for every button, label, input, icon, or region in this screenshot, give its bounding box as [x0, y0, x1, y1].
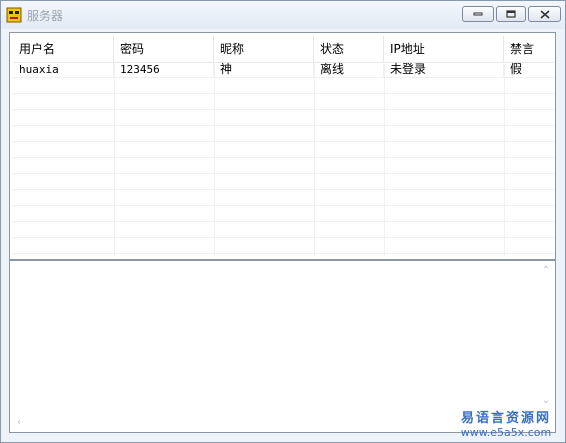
column-header-password[interactable]: 密码	[114, 36, 214, 62]
watermark: 易语言资源网 www.e5a5x.com	[451, 407, 561, 439]
app-icon	[6, 7, 22, 23]
scroll-up-icon[interactable]: ⌃	[541, 266, 551, 276]
close-icon	[539, 9, 550, 19]
empty-row	[13, 158, 554, 174]
client-area: 用户名 密码 昵称 状态 IP地址 禁言 huaxia 123456 神 离线 …	[9, 32, 556, 433]
empty-row	[13, 190, 554, 206]
column-header-mute[interactable]: 禁言	[504, 36, 554, 62]
title-bar[interactable]: 服务器	[1, 1, 565, 29]
server-window: 服务器 用户名 密码 昵称 状态 IP地址 禁言 huaxia 123456 神…	[0, 0, 566, 443]
column-header-ip[interactable]: IP地址	[384, 36, 504, 62]
user-list[interactable]: 用户名 密码 昵称 状态 IP地址 禁言 huaxia 123456 神 离线 …	[13, 36, 554, 257]
watermark-url: www.e5a5x.com	[460, 426, 552, 439]
empty-row	[13, 142, 554, 158]
cell-status: 离线	[314, 62, 384, 77]
cell-ip: 未登录	[384, 62, 504, 77]
grid-line	[384, 62, 385, 257]
empty-row	[13, 206, 554, 222]
cell-username: huaxia	[13, 62, 114, 77]
grid-line	[214, 62, 215, 257]
column-header-status[interactable]: 状态	[314, 36, 384, 62]
vertical-scrollbar[interactable]: ⌃ ⌄	[538, 261, 555, 415]
maximize-icon	[506, 10, 516, 18]
grid-line	[314, 62, 315, 257]
empty-row	[13, 94, 554, 110]
grid-line	[504, 62, 505, 257]
close-button[interactable]	[528, 6, 561, 22]
maximize-button[interactable]	[496, 6, 526, 22]
column-header-username[interactable]: 用户名	[13, 36, 114, 62]
list-header: 用户名 密码 昵称 状态 IP地址 禁言	[13, 36, 554, 63]
empty-row	[13, 110, 554, 126]
table-row[interactable]: huaxia 123456 神 离线 未登录 假	[13, 62, 554, 78]
grid-line	[114, 62, 115, 257]
window-title: 服务器	[27, 9, 64, 23]
empty-row	[13, 78, 554, 94]
empty-row	[13, 222, 554, 238]
scroll-left-icon[interactable]: ‹	[14, 418, 24, 428]
scroll-down-icon[interactable]: ⌄	[541, 396, 551, 406]
watermark-cn: 易语言资源网	[460, 411, 551, 426]
minimize-icon	[473, 12, 483, 16]
empty-row	[13, 174, 554, 190]
empty-row	[13, 126, 554, 142]
cell-nickname: 神	[214, 62, 314, 77]
empty-row	[13, 238, 554, 254]
cell-mute: 假	[510, 62, 523, 76]
cell-password: 123456	[114, 62, 214, 77]
minimize-button[interactable]	[462, 6, 494, 22]
column-header-nickname[interactable]: 昵称	[214, 36, 314, 62]
